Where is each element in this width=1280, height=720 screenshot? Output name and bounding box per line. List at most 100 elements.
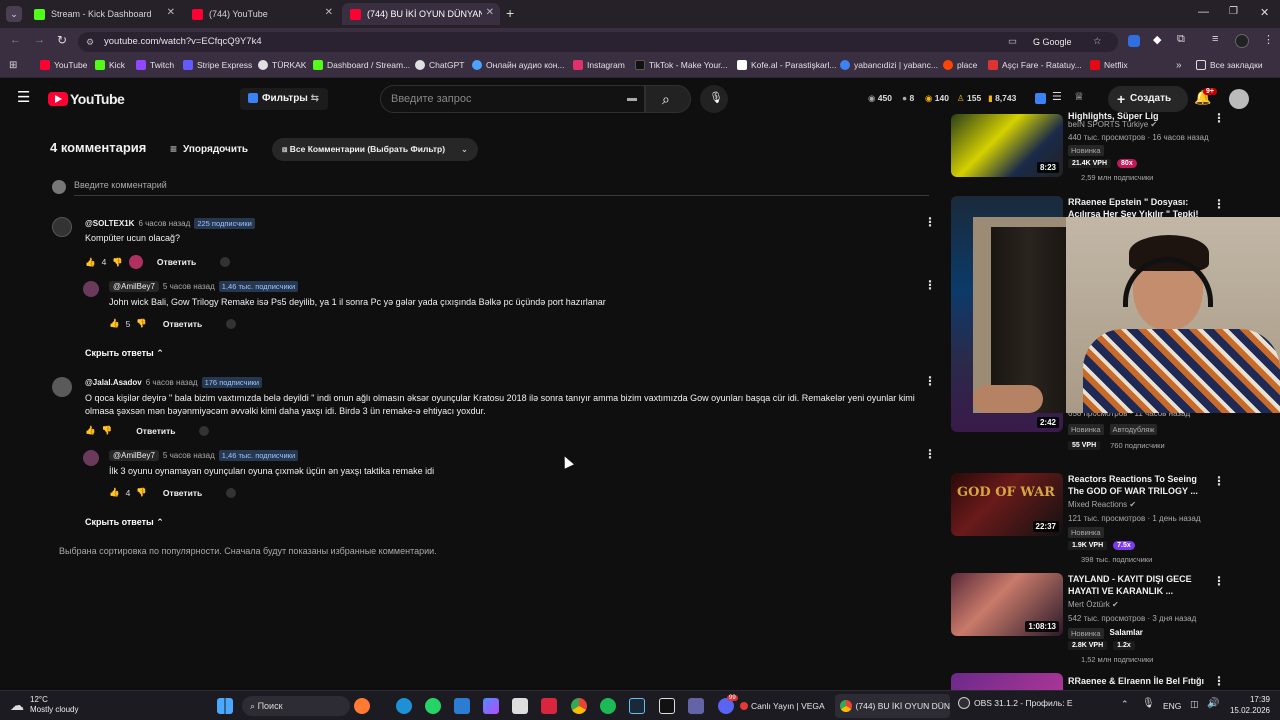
tab-youtube-home[interactable]: (744) YouTube ✕ xyxy=(184,3,339,25)
spotify-icon[interactable] xyxy=(600,698,616,714)
close-icon[interactable]: ✕ xyxy=(486,7,494,18)
dislike-icon[interactable]: 👎 xyxy=(112,257,123,268)
network-icon[interactable]: ◫ xyxy=(1190,699,1199,710)
translate-icon[interactable] xyxy=(199,425,210,436)
more-options-icon[interactable]: ⋮ xyxy=(1213,112,1225,124)
comment-input[interactable]: Введите комментарий xyxy=(74,180,929,196)
reply-button[interactable]: Ответить xyxy=(157,257,196,267)
related-video-card[interactable]: RRaenee & Elraenn İle Bel Fıtığı ⋮ xyxy=(951,673,1241,690)
apps-grid-icon[interactable]: ⊞ xyxy=(9,60,17,71)
list-icon[interactable]: ☰ xyxy=(1052,90,1062,103)
translate-icon[interactable] xyxy=(220,257,231,267)
video-thumbnail[interactable] xyxy=(951,673,1063,690)
more-bookmarks-icon[interactable]: » xyxy=(1176,60,1182,71)
extension-icon[interactable]: ◆ xyxy=(1153,33,1161,46)
more-options-icon[interactable]: ⋮ xyxy=(1213,198,1225,210)
close-window-button[interactable]: ✕ xyxy=(1260,6,1269,19)
avatar[interactable] xyxy=(83,281,99,297)
bookmark-kofe[interactable]: Kofe.al - Parastişkarl... xyxy=(737,60,837,70)
bookmark-ratatouille[interactable]: Aşçı Fare - Ratatuy... xyxy=(988,60,1082,70)
start-windows-icon[interactable] xyxy=(217,698,233,714)
more-options-icon[interactable]: ⋮ xyxy=(924,448,936,460)
more-options-icon[interactable]: ⋮ xyxy=(1213,575,1225,587)
edge-icon[interactable] xyxy=(396,698,412,714)
account-avatar[interactable] xyxy=(1229,89,1249,109)
extension-icon[interactable] xyxy=(1035,93,1046,104)
teams-icon[interactable] xyxy=(688,698,704,714)
sort-button[interactable]: ≡ Упорядочить xyxy=(170,142,248,156)
more-options-icon[interactable]: ⋮ xyxy=(1213,475,1225,487)
translate-icon[interactable] xyxy=(226,318,237,329)
bookmark-place[interactable]: place xyxy=(943,60,977,70)
video-thumbnail[interactable]: GOD OF WAR 22:37 xyxy=(951,473,1063,536)
tab-youtube-video[interactable]: (744) BU İKİ OYUN DÜNYANI D ✕ xyxy=(342,3,500,25)
url-bar[interactable]: ⚙ youtube.com/watch?v=ECfqcQ9Y7k4 ▭ G Go… xyxy=(78,32,1118,52)
translate-icon[interactable] xyxy=(226,487,237,498)
search-input[interactable]: Введите запрос ▬ xyxy=(380,85,645,113)
taskbar-app-chrome[interactable]: (744) BU İKİ OYUN DÜN xyxy=(835,694,950,718)
profile-avatar[interactable] xyxy=(1235,34,1249,48)
bookmark-chatgpt[interactable]: ChatGPT xyxy=(415,60,464,70)
hamburger-menu-icon[interactable]: ☰ xyxy=(17,90,30,105)
bookmark-kick[interactable]: Kick xyxy=(95,60,125,70)
bookmark-stripe[interactable]: Stripe Express xyxy=(183,60,252,70)
volume-icon[interactable]: 🔊 xyxy=(1207,698,1219,709)
youtube-logo[interactable]: YouTube xyxy=(48,91,125,107)
more-options-icon[interactable]: ⋮ xyxy=(1213,675,1225,687)
bookmark-audio-converter[interactable]: Онлайн аудио кон... xyxy=(472,60,565,70)
comment-author[interactable]: @AmilBey7 xyxy=(109,281,159,292)
like-icon[interactable]: 👍 xyxy=(109,318,120,329)
video-title[interactable]: Reactors Reactions To Seeing The GOD OF … xyxy=(1068,473,1208,497)
related-video-card[interactable]: GOD OF WAR 22:37 Reactors Reactions To S… xyxy=(951,473,1241,568)
new-tab-button[interactable]: + xyxy=(506,5,514,21)
tab-search-button[interactable]: ⌄ xyxy=(6,6,22,22)
reading-list-icon[interactable]: ≡ xyxy=(1212,33,1218,45)
vpn-extension-icon[interactable] xyxy=(1128,35,1140,47)
google-lens-chip[interactable]: G Google xyxy=(1033,32,1072,52)
clock[interactable]: 17:39 15.02.2026 xyxy=(1226,694,1270,716)
app-icon-copilot[interactable] xyxy=(354,698,370,714)
more-options-icon[interactable]: ⋮ xyxy=(924,279,936,291)
bookmark-netflix[interactable]: Netflix xyxy=(1090,60,1128,70)
filters-button[interactable]: Фильтры ⇆ xyxy=(240,88,328,110)
tab-kick-dashboard[interactable]: Stream - Kick Dashboard ✕ xyxy=(26,3,181,25)
site-info-icon[interactable]: ⚙ xyxy=(86,32,94,52)
video-thumbnail[interactable]: 1:08:13 xyxy=(951,573,1063,636)
more-options-icon[interactable]: ⋮ xyxy=(924,375,936,387)
related-video-card[interactable]: 1:08:13 TAYLAND - KAYIT DIŞI GECE HAYATI… xyxy=(951,573,1241,668)
steam-icon[interactable] xyxy=(629,698,645,714)
comment-filter-dropdown[interactable]: ⧈ Все Комментарии (Выбрать Фильтр) ⌄ xyxy=(272,138,478,161)
restore-button[interactable]: ❐ xyxy=(1229,6,1238,17)
hide-replies-button[interactable]: Скрыть ответы ⌃ xyxy=(85,348,164,359)
tray-mic-icon[interactable]: 🎙 xyxy=(1142,698,1155,709)
channel-name[interactable]: Mixed Reactions ✔ xyxy=(1068,500,1136,509)
bookmark-turkak[interactable]: TÜRKAK xyxy=(258,60,306,70)
bookmark-instagram[interactable]: Instagram xyxy=(573,60,625,70)
reply-button[interactable]: Ответить xyxy=(163,488,202,498)
weather-widget[interactable]: ☁ 12°C Mostly cloudy xyxy=(10,695,78,715)
capcut-icon[interactable] xyxy=(659,698,675,714)
language-indicator[interactable]: ENG xyxy=(1163,701,1181,711)
avatar[interactable] xyxy=(52,217,72,237)
channel-name[interactable]: beIN SPORTS Türkiye ✔ xyxy=(1068,120,1157,129)
bookmark-dashboard[interactable]: Dashboard / Stream... xyxy=(313,60,410,70)
reply-button[interactable]: Ответить xyxy=(163,319,202,329)
ms-store-icon[interactable] xyxy=(512,698,528,714)
search-button[interactable]: ⌕ xyxy=(645,85,691,113)
like-icon[interactable]: 👍 xyxy=(85,257,96,268)
bookmark-yabancidizi[interactable]: yabancıdizi | yabanc... xyxy=(840,60,938,70)
comment-author[interactable]: @Jalal.Asadov xyxy=(85,378,142,387)
video-title[interactable]: RRaenee & Elraenn İle Bel Fıtığı xyxy=(1068,675,1228,687)
bookmark-youtube[interactable]: YouTube xyxy=(40,60,87,70)
app-icon-blue[interactable] xyxy=(454,698,470,714)
app-icon-gradient[interactable] xyxy=(483,698,499,714)
all-bookmarks-folder[interactable]: Все закладки xyxy=(1196,60,1263,70)
dislike-icon[interactable]: 👎 xyxy=(136,318,147,329)
comment-time[interactable]: 5 часов назад xyxy=(163,282,215,291)
close-icon[interactable]: ✕ xyxy=(325,7,333,18)
comment-time[interactable]: 6 часов назад xyxy=(138,219,190,228)
like-icon[interactable]: 👍 xyxy=(85,425,96,436)
hide-replies-button[interactable]: Скрыть ответы ⌃ xyxy=(85,517,164,528)
close-icon[interactable]: ✕ xyxy=(167,7,175,18)
app-icon-red[interactable] xyxy=(541,698,557,714)
